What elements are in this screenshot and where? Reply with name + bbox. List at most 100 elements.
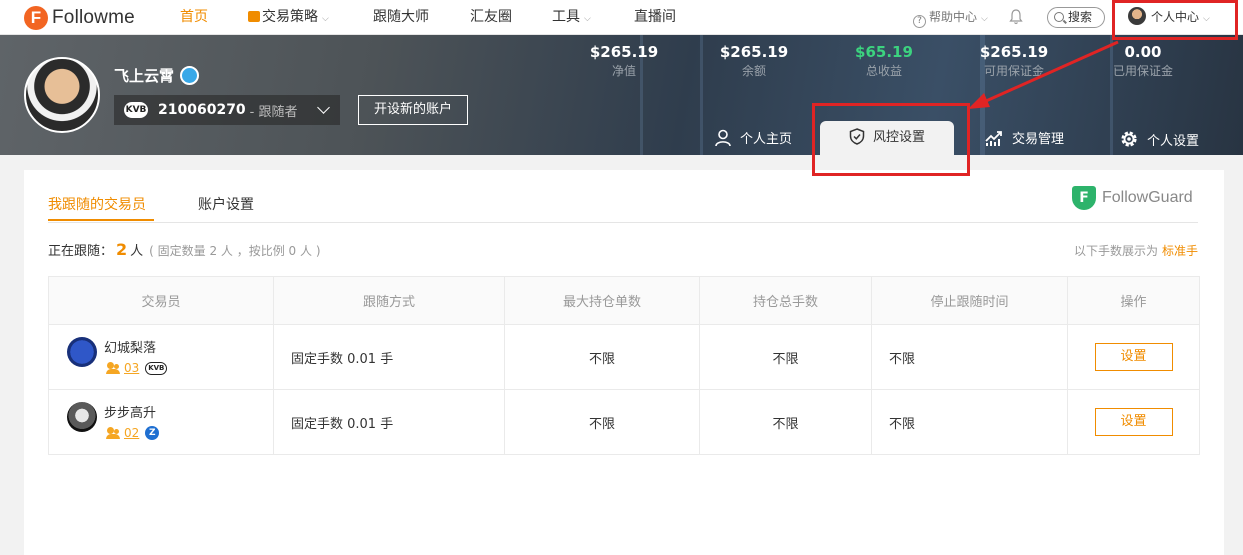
account-number: 210060270 (158, 102, 246, 118)
tab-followed-traders[interactable]: 我跟随的交易员 (48, 194, 146, 214)
nav-item-label: 跟随大师 (373, 9, 429, 25)
broker-logo-icon: KVB (124, 102, 148, 118)
tab-account-settings[interactable]: 账户设置 (198, 194, 254, 214)
trader-cell: 幻城梨落 03 KVB (48, 324, 274, 390)
help-label: 帮助中心 (929, 10, 978, 24)
question-icon: ? (913, 15, 926, 28)
profile-avatar[interactable] (24, 57, 100, 133)
gear-icon (1121, 131, 1137, 147)
max-positions: 不限 (504, 324, 700, 390)
verified-badge-icon (180, 66, 200, 85)
table-row: 步步高升 02 Z 固定手数 0.01 手 不限 不限 不限 设置 (48, 389, 1200, 455)
nav-item-tools[interactable]: 工具 ⌵ (552, 0, 591, 35)
following-prefix: 正在跟随： (48, 244, 114, 259)
stat-value: $65.19 (855, 43, 913, 61)
nav-item-label: 首页 (180, 9, 208, 25)
account-selector[interactable]: KVB 210060270 - 跟随者 (114, 95, 340, 125)
annotation-highlight-risk-tab (812, 103, 970, 176)
stat-value: $265.19 (719, 43, 789, 61)
action-cell: 设置 (1067, 389, 1200, 455)
search-button[interactable]: 搜索 (1047, 7, 1105, 28)
risk-control-panel: 我跟随的交易员 账户设置 F FollowGuard 正在跟随： 2 人 ( 固定数量… (24, 170, 1224, 555)
stat-equity: $265.19 净值 (569, 43, 679, 79)
open-new-account-button[interactable]: 开设新的账户 (358, 95, 468, 125)
followguard-logo: F FollowGuard (1072, 186, 1193, 210)
follower-count[interactable]: 03 (124, 361, 139, 375)
trader-avatar[interactable] (67, 337, 97, 367)
search-label: 搜索 (1068, 10, 1093, 24)
nav-item-label: 直播间 (634, 9, 676, 25)
tab-label: 交易管理 (1012, 132, 1065, 147)
followed-traders-table: 交易员 跟随方式 最大持仓单数 持仓总手数 停止跟随时间 操作 幻城梨落 03 (48, 276, 1200, 455)
followguard-brand-text: FollowGuard (1102, 189, 1193, 206)
stat-label: 已用保证金 (1112, 64, 1173, 78)
strategy-icon (248, 11, 260, 22)
column-header: 跟随方式 (273, 276, 505, 325)
stop-follow-time: 不限 (871, 324, 1068, 390)
column-header: 操作 (1067, 276, 1200, 325)
stop-follow-time: 不限 (871, 389, 1068, 455)
stat-label: 余额 (741, 64, 766, 78)
max-positions: 不限 (504, 389, 700, 455)
chevron-down-icon: ⌵ (322, 14, 329, 24)
trader-name[interactable]: 幻城梨落 (104, 337, 156, 356)
lot-note-emphasis: 标准手 (1161, 244, 1198, 258)
annotation-highlight-user-center (1112, 0, 1238, 40)
settings-button[interactable]: 设置 (1094, 343, 1173, 371)
following-unit: 人 (130, 244, 144, 259)
tab-label: 个人主页 (740, 132, 793, 147)
lot-unit-note: 以下手数展示为 标准手 (1074, 242, 1198, 259)
nav-item-follow-masters[interactable]: 跟随大师 (373, 0, 429, 35)
divider (48, 222, 1198, 223)
trader-meta: 03 KVB (106, 361, 168, 375)
profile-name: 飞上云霄 (114, 65, 200, 86)
search-icon (1054, 12, 1064, 22)
profile-banner: 飞上云霄 KVB 210060270 - 跟随者 开设新的账户 $265.19 净… (0, 35, 1243, 155)
column-header: 交易员 (48, 276, 274, 325)
table-header-row: 交易员 跟随方式 最大持仓单数 持仓总手数 停止跟随时间 操作 (48, 276, 1200, 325)
column-header: 停止跟随时间 (871, 276, 1068, 325)
person-icon (715, 129, 731, 147)
stat-free-margin: $265.19 可用保证金 (959, 43, 1069, 79)
following-detail: ( 固定数量 2 人 ，按比例 0 人 ) (149, 244, 321, 258)
stat-value: 0.00 (1124, 43, 1162, 61)
stat-value: $265.19 (979, 43, 1049, 61)
stat-total-profit: $65.19 总收益 (829, 43, 939, 79)
nav-item-community[interactable]: 汇友圈 (470, 0, 512, 35)
following-count: 2 (116, 240, 128, 259)
stat-label: 可用保证金 (983, 64, 1044, 78)
tab-trade-management[interactable]: 交易管理 (984, 129, 1064, 155)
trader-avatar[interactable] (67, 402, 97, 432)
lot-note-text: 以下手数展示为 (1073, 244, 1158, 258)
nav-item-label: 汇友圈 (470, 9, 512, 25)
help-center-menu[interactable]: ? 帮助中心 ⌵ (913, 0, 988, 35)
account-role: - 跟随者 (249, 104, 298, 120)
table-row: 幻城梨落 03 KVB 固定手数 0.01 手 不限 不限 不限 设置 (48, 324, 1200, 390)
follower-count[interactable]: 02 (124, 426, 139, 440)
followme-logo[interactable]: F Followme (24, 5, 135, 31)
nav-item-live[interactable]: 直播间 (634, 0, 676, 35)
nav-item-strategy[interactable]: 交易策略 ⌵ (248, 0, 329, 35)
stat-balance: $265.19 余额 (699, 43, 809, 79)
total-lots: 不限 (699, 324, 872, 390)
nav-item-label: 交易策略 (262, 9, 318, 25)
tab-personal-settings[interactable]: 个人设置 (1119, 129, 1199, 155)
nav-item-label: 工具 (552, 9, 580, 25)
chevron-down-icon: ⌵ (584, 14, 591, 24)
top-navigation: F Followme 首页 交易策略 ⌵ 跟随大师 汇友圈 工具 ⌵ 直播间 ? 帮助… (0, 0, 1243, 35)
chart-icon (985, 131, 1002, 146)
settings-button[interactable]: 设置 (1094, 408, 1173, 436)
tab-label: 个人设置 (1147, 134, 1200, 149)
broker-logo-icon: Z (145, 426, 160, 440)
stat-value: $265.19 (589, 43, 659, 61)
trader-name[interactable]: 步步高升 (104, 402, 156, 421)
nav-item-home[interactable]: 首页 (180, 0, 208, 35)
bell-icon[interactable] (1009, 9, 1023, 25)
stat-label: 总收益 (865, 64, 902, 78)
follow-method: 固定手数 0.01 手 (273, 324, 505, 390)
chevron-down-icon (317, 101, 330, 114)
following-summary: 正在跟随： 2 人 ( 固定数量 2 人 ，按比例 0 人 ) (48, 240, 321, 259)
action-cell: 设置 (1067, 324, 1200, 390)
chevron-down-icon: ⌵ (981, 14, 988, 24)
tab-personal-home[interactable]: 个人主页 (714, 129, 792, 155)
